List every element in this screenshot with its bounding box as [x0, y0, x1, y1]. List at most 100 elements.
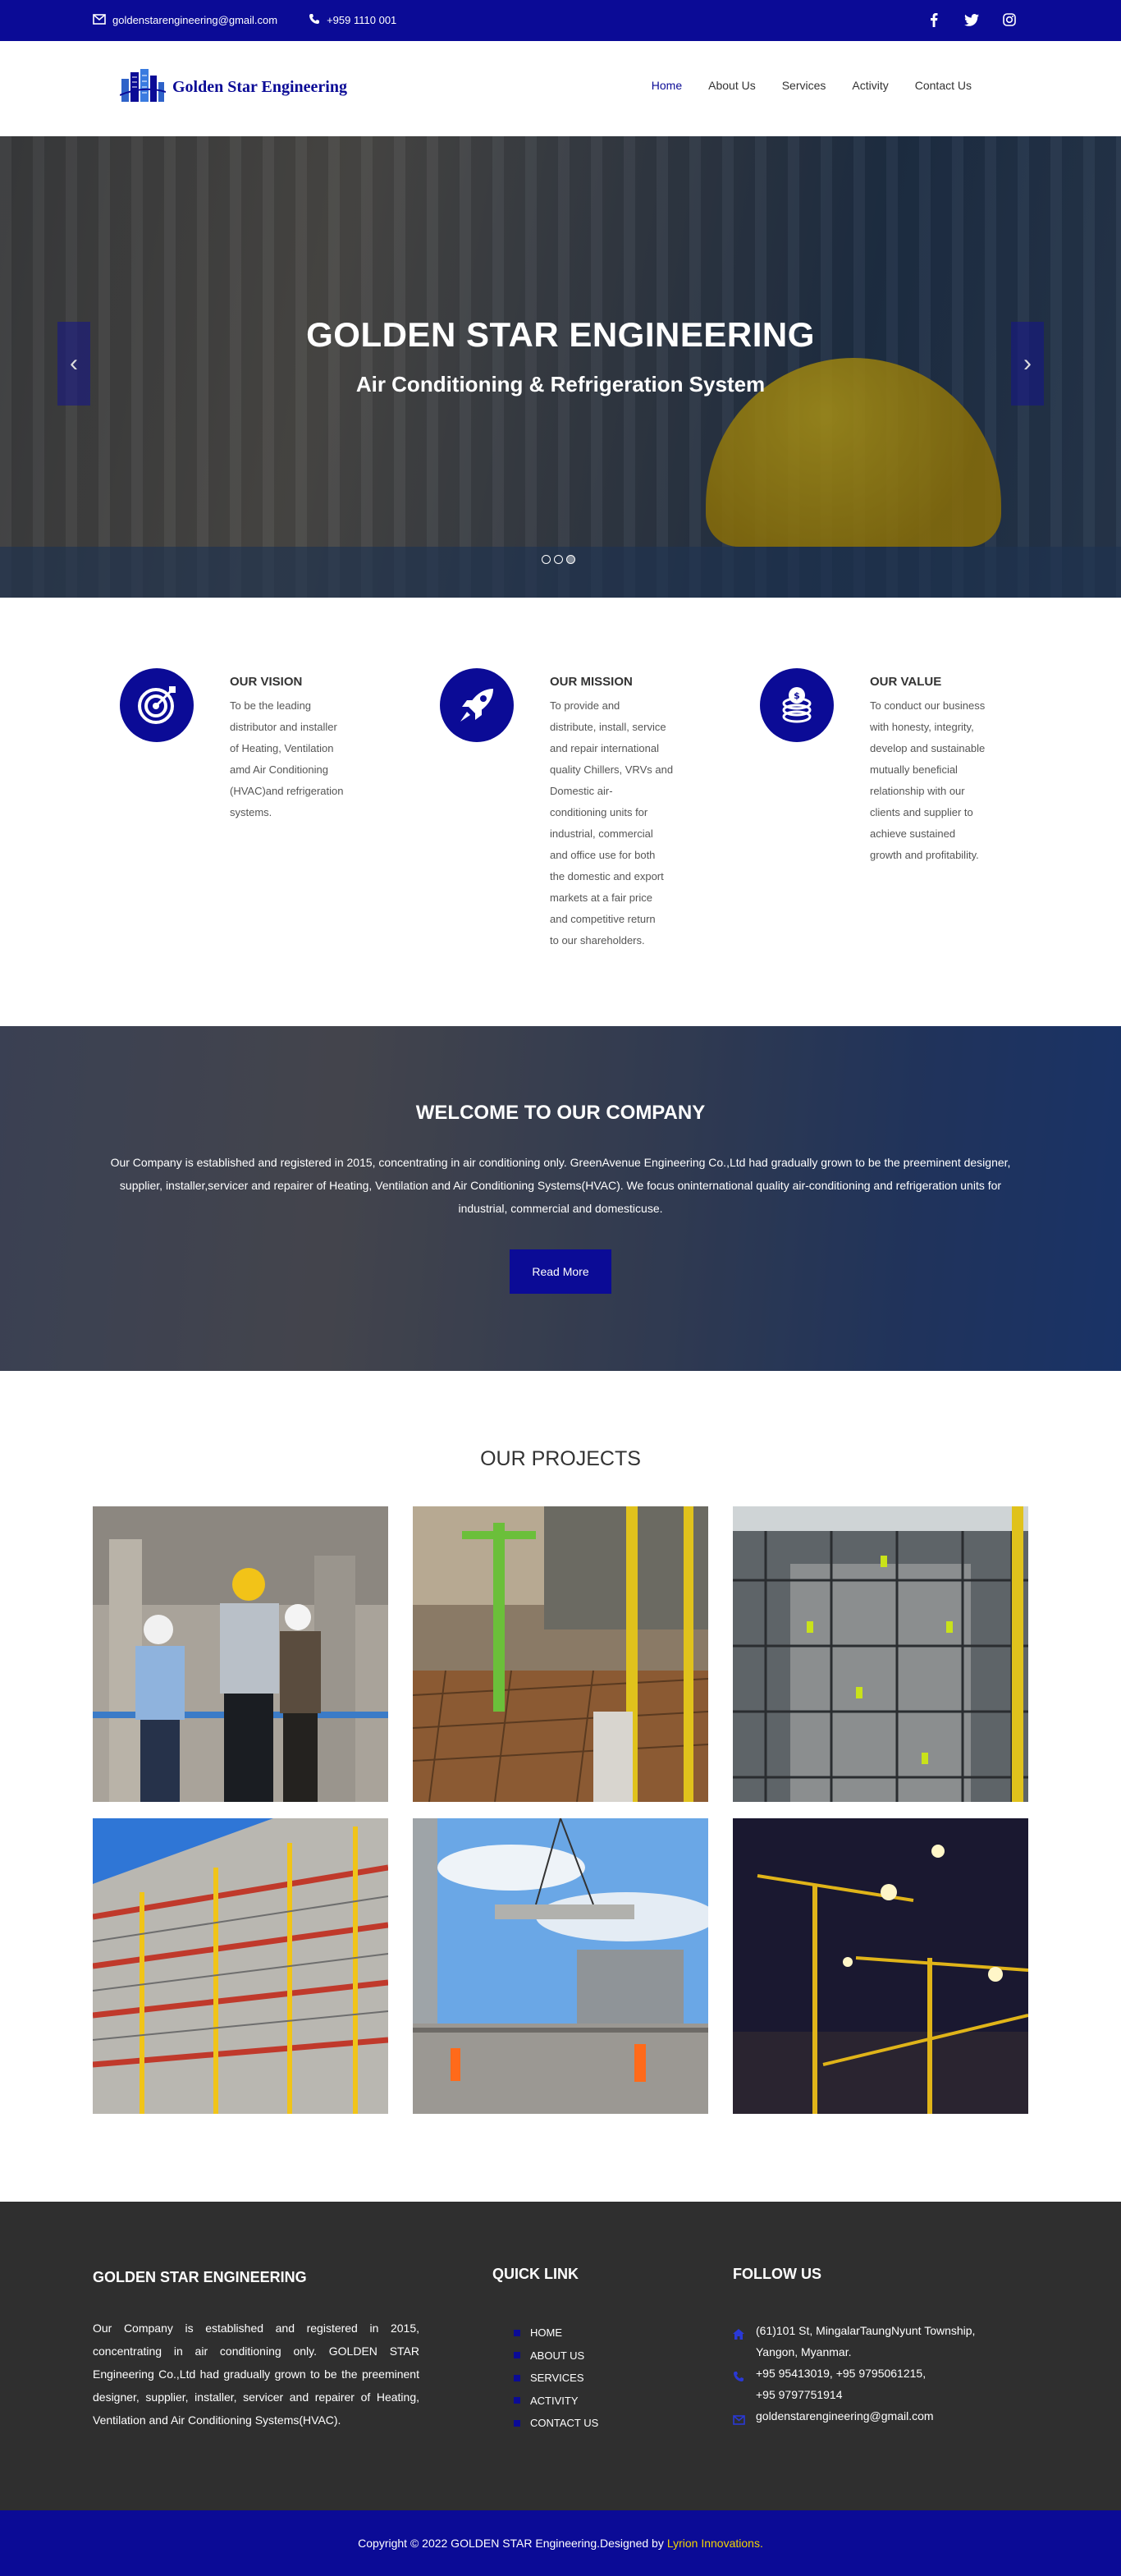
projects-section: OUR PROJECTS [0, 1371, 1121, 2202]
text-line: (61)101 St, MingalarTaungNyunt Township, [756, 2324, 976, 2337]
footer-link-label: ACTIVITY [530, 2394, 579, 2407]
crane-lifting-slab-photo[interactable] [413, 1818, 708, 2114]
envelope-icon [733, 2405, 748, 2432]
text-line: and office use for both [550, 849, 656, 861]
phone-icon [733, 2363, 748, 2389]
text-line: Yangon, Myanmar. [756, 2345, 852, 2358]
copyright-text: Copyright © 2022 GOLDEN STAR Engineering… [358, 2537, 664, 2550]
feature-text: To be the leading distributor and instal… [230, 695, 369, 823]
footer-link-services[interactable]: SERVICES [514, 2367, 598, 2390]
phone-icon [309, 13, 320, 27]
slider-next-button[interactable]: › [1011, 322, 1044, 406]
red-scaffold-building-photo[interactable] [93, 1818, 388, 2114]
text-line: and repair international [550, 742, 659, 754]
slider-prev-button[interactable]: ‹ [57, 322, 90, 406]
footer-quick-links: HOME ABOUT US SERVICES ACTIVITY CONTACT … [514, 2322, 598, 2435]
designer-link[interactable]: Lyrion Innovations. [667, 2537, 763, 2550]
feature-value: $ OUR VALUE To conduct our business with… [760, 668, 1009, 866]
nav-menu: Home About Us Services Activity Contact … [652, 79, 972, 92]
footer-link-contact-us[interactable]: CONTACT US [514, 2412, 598, 2435]
text-line: distributor and installer [230, 721, 337, 733]
chevron-left-icon: ‹ [70, 350, 78, 377]
footer-link-label: SERVICES [530, 2372, 584, 2385]
brand-logo[interactable]: Golden Star Engineering [119, 67, 347, 108]
cranes-at-night-photo[interactable] [733, 1818, 1028, 2114]
text-line: (HVAC)and refrigeration [230, 785, 344, 797]
footer-contact-info: (61)101 St, MingalarTaungNyunt Township,… [733, 2320, 975, 2432]
bullet-icon [514, 2374, 520, 2381]
footer-follow-title: FOLLOW US [733, 2266, 821, 2282]
hero-subtitle: Air Conditioning & Refrigeration System [355, 372, 766, 396]
slider-dot-active[interactable] [566, 555, 575, 564]
text-line: of Heating, Ventilation [230, 742, 334, 754]
svg-text:$: $ [794, 690, 800, 701]
feature-title: OUR MISSION [550, 675, 633, 689]
coins-icon: $ [760, 668, 834, 742]
footer-link-activity[interactable]: ACTIVITY [514, 2390, 598, 2413]
building-logo-icon [119, 67, 167, 108]
nav-about-us[interactable]: About Us [708, 79, 756, 92]
slider-dot[interactable] [542, 555, 551, 564]
bullet-icon [514, 2419, 520, 2427]
top-phone-text: +959 1110 001 [327, 14, 397, 26]
hero-title: GOLDEN STAR ENGINEERING [306, 315, 815, 354]
footer-brand-title: GOLDEN STAR ENGINEERING [93, 2269, 307, 2285]
footer-link-about-us[interactable]: ABOUT US [514, 2345, 598, 2367]
nav-contact-us[interactable]: Contact Us [915, 79, 972, 92]
home-icon [733, 2320, 748, 2346]
twitter-icon[interactable] [963, 11, 980, 29]
footer-email-text: goldenstarengineering@gmail.com [756, 2409, 934, 2422]
footer-link-label: CONTACT US [530, 2417, 599, 2430]
brand-name: Golden Star Engineering [172, 78, 347, 96]
text-line: distribute, install, service [550, 721, 666, 733]
facebook-icon[interactable] [926, 11, 942, 29]
top-contacts: goldenstarengineering@gmail.com +959 111… [93, 13, 419, 27]
footer-about-text: Our Company is established and registere… [93, 2322, 419, 2427]
slider-dot[interactable] [554, 555, 563, 564]
text-line: with honesty, integrity, [870, 721, 974, 733]
text-line: conditioning units for [550, 806, 648, 818]
footer-phone[interactable]: +95 95413019, +95 9795061215, +95 979775… [733, 2363, 975, 2405]
nav-services[interactable]: Services [782, 79, 826, 92]
footer-link-label: ABOUT US [530, 2349, 585, 2362]
top-email-text: goldenstarengineering@gmail.com [112, 14, 278, 26]
footer-link-label: HOME [530, 2326, 562, 2340]
feature-mission: OUR MISSION To provide and distribute, i… [440, 668, 689, 951]
footer-address-text: (61)101 St, MingalarTaungNyunt Township,… [756, 2320, 975, 2363]
text-line: To provide and [550, 699, 620, 712]
main-navbar: Golden Star Engineering Home About Us Se… [0, 41, 1121, 136]
welcome-text: Our Company is established and registere… [110, 1156, 1011, 1215]
footer-email[interactable]: goldenstarengineering@gmail.com [733, 2405, 975, 2432]
text-line: develop and sustainable [870, 742, 986, 754]
scaffold-workers-photo[interactable] [733, 1506, 1028, 1802]
projects-title: OUR PROJECTS [480, 1447, 641, 1470]
instagram-icon[interactable] [1001, 11, 1018, 29]
green-crane-rebar-photo[interactable] [413, 1506, 708, 1802]
slider-dots [542, 555, 575, 564]
read-more-button[interactable]: Read More [510, 1249, 611, 1294]
text-line: +95 9797751914 [756, 2388, 843, 2401]
feature-title: OUR VISION [230, 675, 303, 689]
nav-activity[interactable]: Activity [852, 79, 888, 92]
envelope-icon [93, 13, 106, 27]
engineers-on-site-photo[interactable] [93, 1506, 388, 1802]
hero-overlay [0, 136, 1121, 598]
site-footer: GOLDEN STAR ENGINEERING Our Company is e… [0, 2202, 1121, 2510]
feature-vision: OUR VISION To be the leading distributor… [120, 668, 369, 823]
bullet-icon [514, 2397, 520, 2404]
features-section: OUR VISION To be the leading distributor… [0, 598, 1121, 1026]
footer-quick-link-title: QUICK LINK [492, 2266, 579, 2282]
copyright-bar: Copyright © 2022 GOLDEN STAR Engineering… [0, 2510, 1121, 2576]
footer-address: (61)101 St, MingalarTaungNyunt Township,… [733, 2320, 975, 2363]
top-email[interactable]: goldenstarengineering@gmail.com [93, 13, 278, 27]
feature-text: To conduct our business with honesty, in… [870, 695, 1009, 866]
feature-text: To provide and distribute, install, serv… [550, 695, 689, 951]
footer-link-home[interactable]: HOME [514, 2322, 598, 2345]
text-line: quality Chillers, VRVs and [550, 763, 674, 776]
top-phone[interactable]: +959 1110 001 [309, 13, 396, 27]
text-line: markets at a fair price [550, 892, 652, 904]
text-line: clients and supplier to [870, 806, 973, 818]
bullet-icon [514, 2352, 520, 2359]
text-line: +95 95413019, +95 9795061215, [756, 2367, 927, 2380]
nav-home[interactable]: Home [652, 79, 682, 92]
